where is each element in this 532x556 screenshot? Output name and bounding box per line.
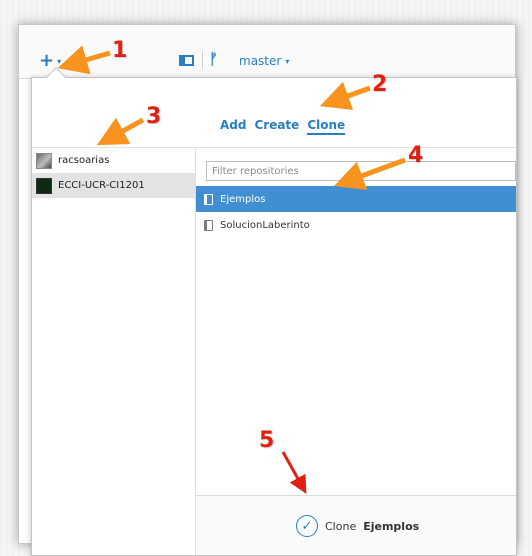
annotation-arrows <box>57 45 406 494</box>
annotation-arrow-3 <box>96 117 145 146</box>
annotation-arrow-4 <box>333 157 406 190</box>
annotation-number-3: 3 <box>146 104 162 129</box>
annotation-arrow-5 <box>281 451 307 494</box>
annotation-arrow-2 <box>319 81 371 111</box>
annotation-arrow-1 <box>57 45 111 75</box>
annotation-number-2: 2 <box>372 72 388 97</box>
annotation-number-1: 1 <box>112 38 128 63</box>
annotation-number-4: 4 <box>408 143 424 168</box>
annotation-number-5: 5 <box>259 428 275 453</box>
